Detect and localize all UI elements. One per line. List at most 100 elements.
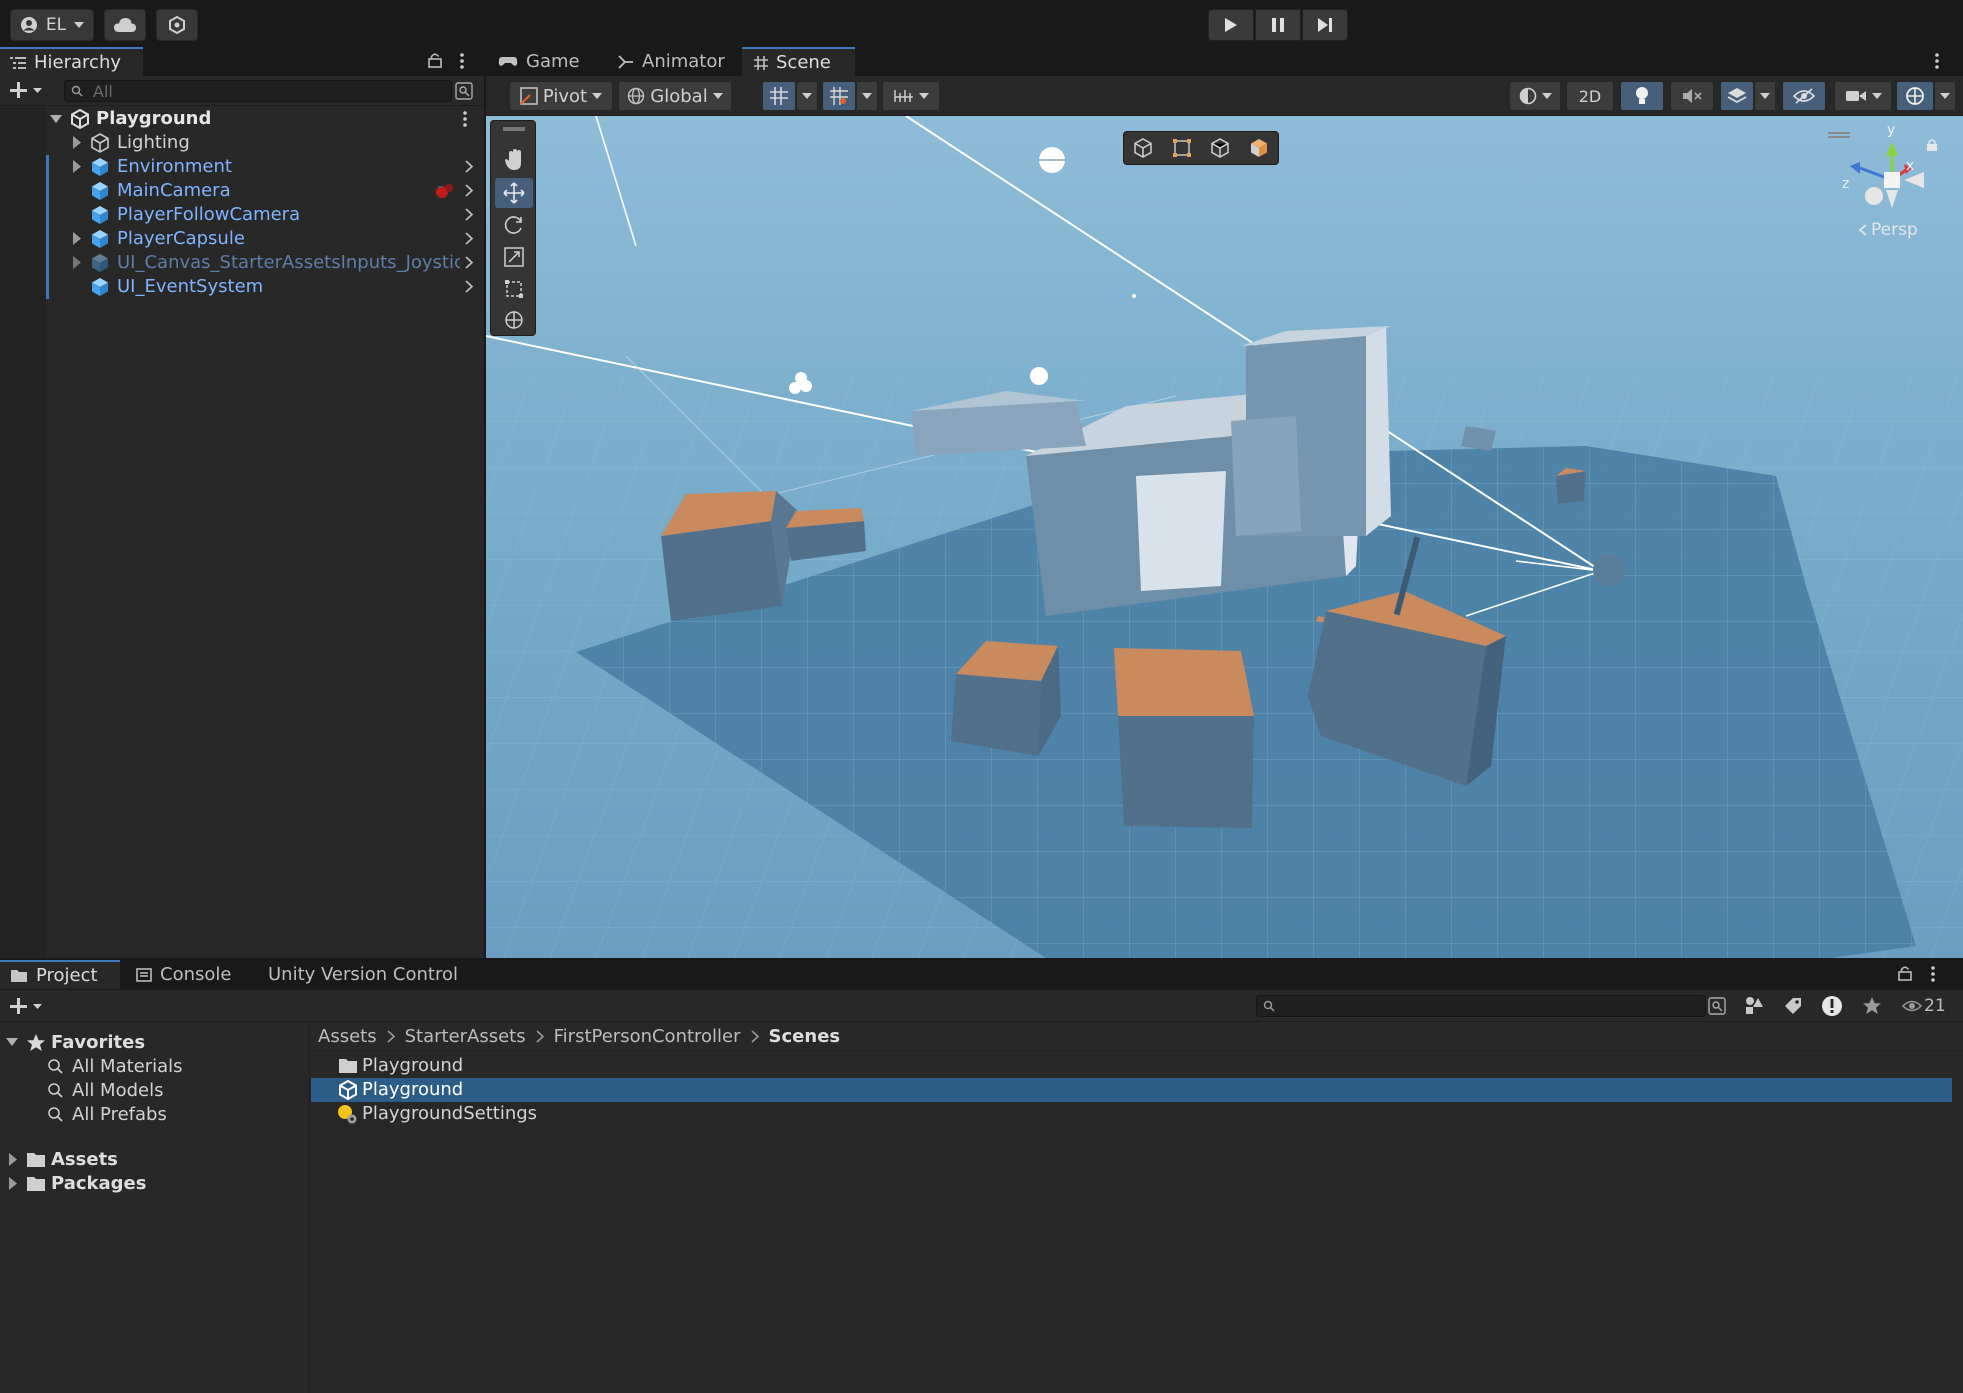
hierarchy-item-environment[interactable]: Environment [0,155,484,179]
kebab-menu-icon[interactable] [1934,52,1940,70]
chevron-right-icon[interactable] [465,256,473,269]
rect-tool-button[interactable] [495,274,533,304]
hand-tool-button[interactable] [495,145,533,175]
favorites-row[interactable]: Favorites [0,1031,310,1055]
increment-snap-button[interactable] [822,81,856,111]
effects-dropdown[interactable] [1754,81,1776,111]
shape-tool-button[interactable] [1201,132,1240,164]
favorite-star-icon[interactable] [1862,996,1882,1016]
hierarchy-item-playerfollowcamera[interactable]: PlayerFollowCamera [0,203,484,227]
scene-kebab-icon[interactable] [462,110,468,128]
filter-by-type-icon[interactable] [1744,996,1764,1016]
file-row[interactable]: PlaygroundSettings [311,1102,1952,1126]
material-tool-button[interactable] [1240,132,1279,164]
lighting-toggle[interactable] [1620,81,1664,111]
tab-scene[interactable]: Scene [742,47,855,76]
breadcrumb-item[interactable]: StarterAssets [405,1026,526,1047]
expand-arrow-icon[interactable] [6,1037,18,1047]
bounds-tool-button[interactable] [1163,132,1202,164]
chevron-right-icon[interactable] [465,208,473,221]
tab-hierarchy[interactable]: Hierarchy [0,47,143,76]
breadcrumb-item[interactable]: Assets [318,1026,377,1047]
favorite-item-all-prefabs[interactable]: All Prefabs [0,1103,310,1127]
ruler-snap-dropdown[interactable] [882,81,940,111]
scene-viewport[interactable]: y x z Persp [486,116,1963,958]
rotate-tool-button[interactable] [495,210,533,240]
expand-arrow-icon[interactable] [72,232,81,245]
scene-search-icon[interactable] [455,82,473,100]
add-icon[interactable] [10,998,42,1014]
scene-root-row[interactable]: Playground [0,107,484,131]
prefab-override-stripe [46,155,49,179]
persp-toggle[interactable]: Persp [1858,220,1918,240]
chevron-right-icon[interactable] [465,160,473,173]
expand-arrow-icon[interactable] [72,136,81,149]
filter-by-label-icon[interactable] [1783,996,1803,1016]
favorite-item-all-materials[interactable]: All Materials [0,1055,310,1079]
lock-icon[interactable] [1898,965,1912,981]
expand-arrow-icon[interactable] [8,1153,17,1166]
lock-icon[interactable] [428,52,442,68]
favorite-item-all-models[interactable]: All Models [0,1079,310,1103]
tab-console[interactable]: Console [124,960,244,989]
gizmos-toggle[interactable] [1896,81,1934,111]
hierarchy-item-ui-eventsystem[interactable]: UI_EventSystem [0,275,484,299]
visibility-toggle[interactable] [1782,81,1826,111]
chevron-right-icon[interactable] [465,184,473,197]
prefab-override-stripe [46,251,49,275]
file-row-selected[interactable]: Playground [311,1078,1952,1102]
cube-tool-button[interactable] [1124,132,1163,164]
add-icon[interactable] [10,82,42,98]
global-dropdown[interactable]: Global [618,81,732,111]
hierarchy-search-input[interactable]: All [64,80,452,102]
expand-arrow-icon[interactable] [72,256,81,269]
account-dropdown[interactable]: EL [10,9,94,41]
hierarchy-item-lighting[interactable]: Lighting [0,131,484,155]
mode-2d-button[interactable]: 2D [1566,81,1614,111]
camera-dropdown[interactable] [1834,81,1892,111]
hierarchy-item-maincamera[interactable]: MainCamera [0,179,484,203]
search-options-icon[interactable] [1708,997,1726,1015]
chevron-down-icon [1871,92,1882,100]
hierarchy-item-ui-canvas[interactable]: UI_Canvas_StarterAssetsInputs_Joystic [0,251,484,275]
kebab-menu-icon[interactable] [459,52,465,70]
step-button[interactable] [1302,9,1348,41]
expand-arrow-icon[interactable] [50,114,62,124]
warning-filter-icon[interactable] [1821,995,1843,1017]
tab-unity-version-control[interactable]: Unity Version Control [256,960,476,989]
drag-handle-icon[interactable] [503,127,525,131]
effects-toggle[interactable] [1720,81,1754,111]
project-search-input[interactable] [1256,995,1706,1017]
increment-snap-dropdown[interactable] [856,81,878,111]
orientation-gizmo[interactable]: y x z Persp [1788,122,1958,272]
breadcrumb-current[interactable]: Scenes [769,1026,841,1047]
chevron-right-icon[interactable] [465,232,473,245]
move-tool-button[interactable] [495,178,533,208]
chevron-right-icon[interactable] [465,280,473,293]
folder-row-packages[interactable]: Packages [0,1172,310,1196]
expand-arrow-icon[interactable] [8,1177,17,1190]
cloud-button[interactable] [104,9,146,41]
expand-arrow-icon[interactable] [72,160,81,173]
gizmos-dropdown[interactable] [1934,81,1956,111]
folder-row-assets[interactable]: Assets [0,1148,310,1172]
tab-project[interactable]: Project [0,960,120,989]
file-row[interactable]: Playground [311,1054,1952,1078]
grid-snap-button[interactable] [762,81,796,111]
tab-game[interactable]: Game [486,47,606,76]
hidden-packages-counter[interactable]: 21 [1902,996,1946,1016]
tab-animator[interactable]: Animator [606,47,736,76]
play-button[interactable] [1208,9,1254,41]
ruler-icon [893,88,914,104]
breadcrumb-item[interactable]: FirstPersonController [554,1026,741,1047]
grid-snap-dropdown[interactable] [796,81,818,111]
kebab-menu-icon[interactable] [1930,965,1936,983]
transform-tool-button[interactable] [495,305,533,335]
hierarchy-item-playercapsule[interactable]: PlayerCapsule [0,227,484,251]
pause-button[interactable] [1255,9,1301,41]
pivot-dropdown[interactable]: Pivot [509,81,613,111]
draw-mode-dropdown[interactable] [1509,81,1561,111]
audio-toggle[interactable] [1670,81,1714,111]
scale-tool-button[interactable] [495,242,533,272]
services-button[interactable] [156,9,198,41]
